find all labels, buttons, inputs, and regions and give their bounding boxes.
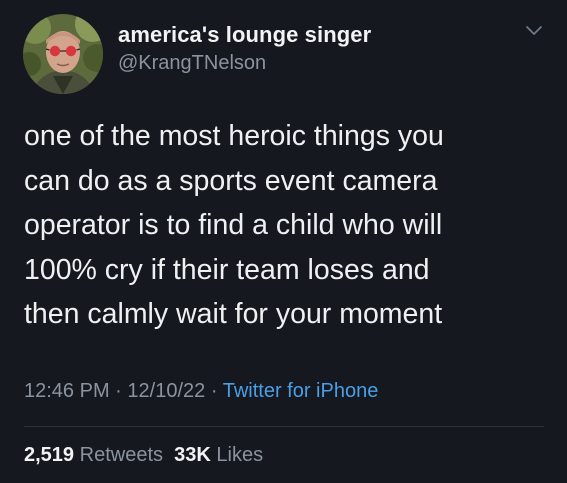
meta-separator: · (210, 380, 218, 402)
retweets-stat[interactable]: 2,519 Retweets (24, 444, 163, 466)
retweets-count: 2,519 (24, 444, 75, 466)
tweet-meta: 12:46 PM · 12/10/22 · Twitter for iPhone (24, 380, 378, 403)
chevron-down-icon[interactable] (524, 24, 544, 38)
likes-label: Likes (216, 444, 264, 466)
author-handle[interactable]: @KrangTNelson (118, 52, 266, 75)
meta-separator: · (115, 380, 122, 402)
divider (24, 426, 544, 427)
tweet-date[interactable]: 12/10/22 (127, 380, 205, 402)
author-display-name[interactable]: america's lounge singer (118, 22, 371, 48)
likes-count: 33K (174, 444, 211, 466)
tweet-time[interactable]: 12:46 PM (24, 380, 110, 402)
tweet-text: one of the most heroic things you can do… (24, 120, 444, 330)
likes-stat[interactable]: 33K Likes (174, 444, 263, 466)
tweet-source-link[interactable]: Twitter for iPhone (223, 380, 379, 402)
tweet-stats: 2,519 Retweets 33K Likes (24, 444, 263, 467)
profile-photo-icon (23, 14, 103, 94)
tweet-card: america's lounge singer @KrangTNelson on… (0, 0, 567, 483)
retweets-label: Retweets (79, 444, 163, 466)
avatar[interactable] (23, 14, 103, 94)
